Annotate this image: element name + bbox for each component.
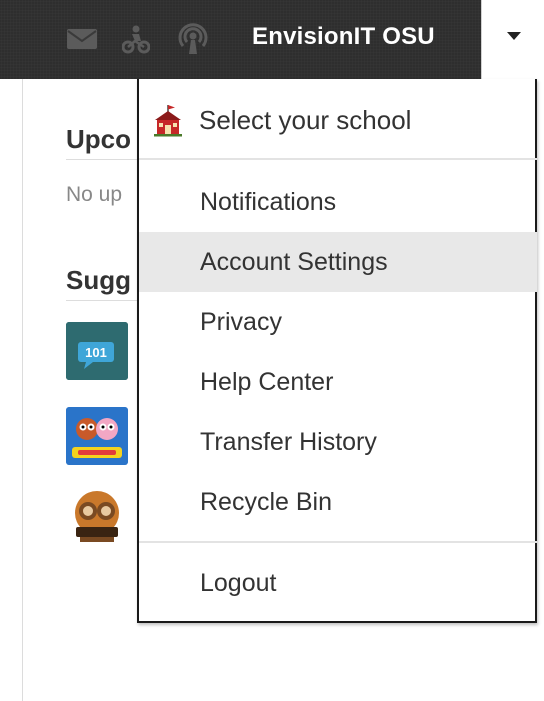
- menu-item-recycle-bin[interactable]: Recycle Bin: [139, 472, 537, 532]
- upcoming-title: Upco: [66, 124, 131, 154]
- app-characters-icon[interactable]: [66, 489, 128, 547]
- upcoming-empty-text: No up: [66, 183, 123, 206]
- app-frame: EnvisionIT OSU Upco No up Sugg 101 Selec…: [0, 0, 544, 701]
- menu-divider: [139, 541, 537, 543]
- divider: [66, 300, 138, 301]
- menu-item-account-settings[interactable]: Account Settings: [139, 232, 537, 292]
- menu-item-privacy[interactable]: Privacy: [139, 292, 537, 352]
- page-left-border: [22, 79, 23, 701]
- user-name[interactable]: EnvisionIT OSU: [252, 20, 435, 54]
- account-menu-toggle[interactable]: [481, 0, 544, 79]
- broadcast-icon[interactable]: [176, 22, 210, 56]
- menu-item-logout[interactable]: Logout: [139, 553, 537, 613]
- menu-item-notifications[interactable]: Notifications: [139, 172, 537, 232]
- select-school-label: Select your school: [199, 104, 412, 135]
- app-cartoon-icon[interactable]: [66, 407, 128, 465]
- account-dropdown-menu: Select your school Notifications Account…: [137, 79, 537, 623]
- schoolhouse-icon: [149, 101, 187, 139]
- menu-item-transfer-history[interactable]: Transfer History: [139, 412, 537, 472]
- bicycle-icon[interactable]: [120, 22, 152, 56]
- app-101-label: 101: [85, 345, 107, 360]
- app-101-icon[interactable]: 101: [66, 322, 128, 380]
- mail-icon[interactable]: [64, 22, 100, 56]
- divider: [66, 159, 138, 160]
- chevron-down-icon: [506, 31, 521, 40]
- suggested-title: Sugg: [66, 265, 131, 295]
- menu-divider: [139, 158, 537, 160]
- select-school-item[interactable]: Select your school: [139, 89, 537, 151]
- top-bar: EnvisionIT OSU: [0, 0, 544, 79]
- menu-item-help-center[interactable]: Help Center: [139, 352, 537, 412]
